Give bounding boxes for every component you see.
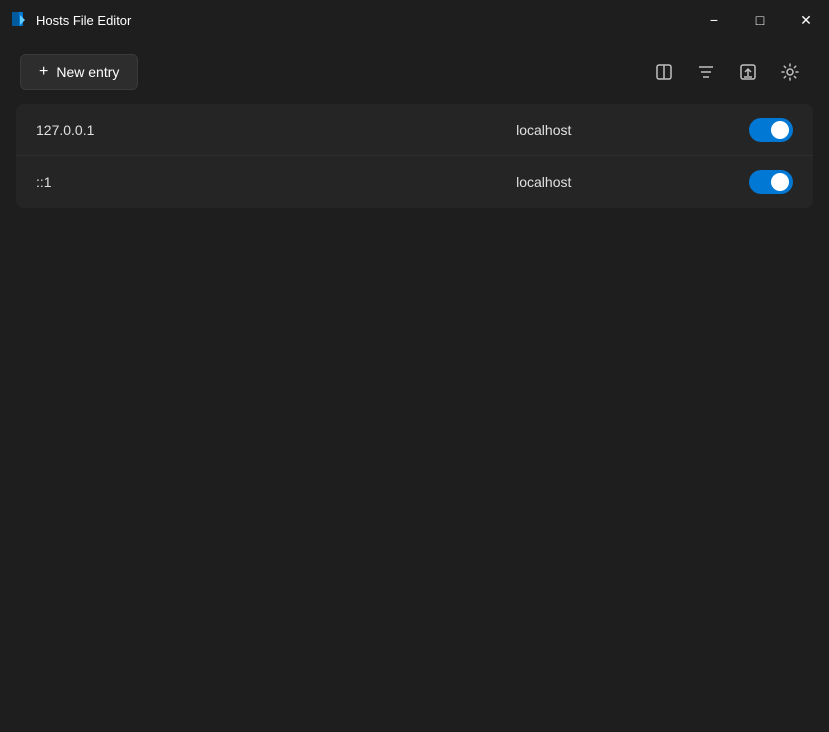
export-icon <box>738 62 758 82</box>
toolbar-right <box>645 53 809 91</box>
toggle-thumb-2 <box>771 173 789 191</box>
filter-icon <box>696 62 716 82</box>
toggle-track-2 <box>749 170 793 194</box>
plus-icon: + <box>39 63 48 81</box>
host-toggle-2[interactable] <box>749 170 793 194</box>
settings-icon <box>780 62 800 82</box>
new-entry-button[interactable]: + New entry <box>20 54 138 90</box>
title-bar-left: Hosts File Editor <box>10 11 131 29</box>
title-bar-controls: − □ ✕ <box>691 0 829 40</box>
export-button[interactable] <box>729 53 767 91</box>
host-toggle-1[interactable] <box>749 118 793 142</box>
filter-button[interactable] <box>687 53 725 91</box>
minimize-button[interactable]: − <box>691 0 737 40</box>
table-row: 127.0.0.1 localhost <box>16 104 813 156</box>
new-entry-label: New entry <box>56 64 119 80</box>
panel-icon <box>654 62 674 82</box>
host-name-2: localhost <box>375 174 714 190</box>
app-icon <box>10 11 28 29</box>
toggle-wrapper-2 <box>713 170 793 194</box>
hosts-list: 127.0.0.1 localhost ::1 localhost <box>16 104 813 208</box>
toolbar: + New entry <box>0 40 829 104</box>
host-ip-1: 127.0.0.1 <box>36 122 375 138</box>
title-bar: Hosts File Editor − □ ✕ <box>0 0 829 40</box>
settings-button[interactable] <box>771 53 809 91</box>
close-button[interactable]: ✕ <box>783 0 829 40</box>
toggle-thumb-1 <box>771 121 789 139</box>
panel-toggle-button[interactable] <box>645 53 683 91</box>
maximize-button[interactable]: □ <box>737 0 783 40</box>
host-name-1: localhost <box>375 122 714 138</box>
toggle-wrapper-1 <box>713 118 793 142</box>
app-title: Hosts File Editor <box>36 13 131 28</box>
toolbar-left: + New entry <box>20 54 138 90</box>
table-row: ::1 localhost <box>16 156 813 208</box>
host-ip-2: ::1 <box>36 174 375 190</box>
toggle-track-1 <box>749 118 793 142</box>
